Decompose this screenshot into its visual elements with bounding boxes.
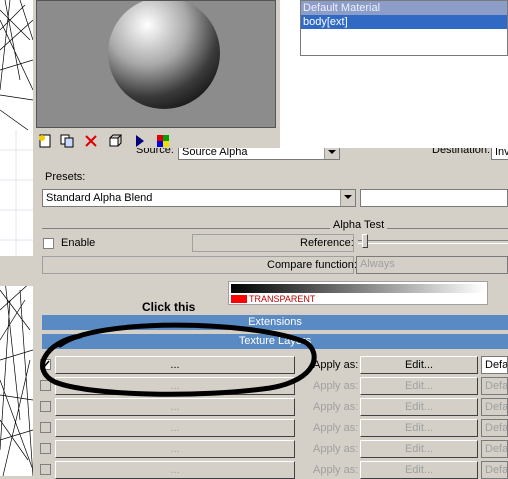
compare-function-select[interactable]: Always	[356, 256, 508, 274]
gradient-bar	[231, 284, 485, 293]
compare-function-label: Compare function:	[267, 259, 357, 271]
annotation-text: Click this	[142, 300, 196, 314]
layer-texture-button[interactable]: ...	[55, 356, 295, 374]
layer-enable-checkbox[interactable]	[40, 401, 51, 412]
layer-mode-select[interactable]: Defa	[481, 419, 508, 437]
layer-texture-button[interactable]: ...	[55, 461, 295, 479]
layer-apply-label: Apply as:	[313, 380, 359, 392]
layer-enable-checkbox[interactable]	[40, 380, 51, 391]
layer-edit-button[interactable]: Edit...	[360, 461, 478, 479]
layer-apply-label: Apply as:	[313, 359, 359, 371]
extensions-header[interactable]: Extensions	[42, 315, 508, 330]
material-item-body[interactable]: body[ext]	[301, 15, 507, 29]
source-label: Source:	[136, 148, 174, 156]
alpha-enable-label: Enable	[61, 237, 96, 249]
preset-name-field[interactable]	[360, 189, 508, 207]
alpha-test-title: Alpha Test	[330, 219, 388, 231]
chevron-down-icon	[340, 190, 355, 206]
texture-layers-header[interactable]: Texture Layers	[42, 334, 508, 349]
checkmark-icon	[41, 360, 50, 369]
presets-select[interactable]: Standard Alpha Blend	[42, 189, 356, 207]
blend-source-row: Source: Source Alpha Destination: Inv	[36, 148, 508, 162]
layer-texture-button[interactable]: ...	[55, 440, 295, 458]
layer-enable-checkbox[interactable]	[40, 464, 51, 475]
layer-apply-label: Apply as:	[313, 422, 359, 434]
presets-value: Standard Alpha Blend	[46, 192, 153, 204]
presets-label: Presets:	[45, 171, 86, 183]
layer-apply-label: Apply as:	[313, 443, 359, 455]
transparent-swatch	[231, 295, 247, 303]
layer-mode-select[interactable]: Defa	[481, 440, 508, 458]
source-select[interactable]: Source Alpha	[178, 148, 340, 160]
transparency-gradient: TRANSPARENT	[228, 281, 488, 305]
layer-enable-checkbox[interactable]	[40, 443, 51, 454]
layer-edit-button[interactable]: Edit...	[360, 398, 478, 416]
layer-texture-button[interactable]: ...	[55, 419, 295, 437]
layer-mode-select[interactable]: Defa	[481, 356, 508, 374]
transparent-label: TRANSPARENT	[249, 294, 316, 304]
destination-label: Destination:	[432, 148, 491, 156]
alpha-enable-checkbox[interactable]	[43, 238, 54, 249]
reference-slider-thumb[interactable]	[362, 234, 368, 248]
material-item-default[interactable]: Default Material	[301, 1, 507, 15]
layer-edit-button[interactable]: Edit...	[360, 356, 478, 374]
reference-label: Reference:	[300, 237, 354, 249]
layer-edit-button[interactable]: Edit...	[360, 377, 478, 395]
extensions-title: Extensions	[248, 316, 302, 328]
chevron-down-icon	[324, 148, 339, 159]
material-preview	[36, 0, 276, 128]
layer-edit-button[interactable]: Edit...	[360, 440, 478, 458]
layer-mode-select[interactable]: Defa	[481, 398, 508, 416]
layer-mode-select[interactable]: Defa	[481, 461, 508, 479]
alpha-test-divider	[42, 228, 508, 229]
texture-layers-title: Texture Layers	[238, 335, 312, 347]
compare-function-value: Always	[360, 258, 395, 270]
layer-edit-button[interactable]: Edit...	[360, 419, 478, 437]
layer-mode-select[interactable]: Defa	[481, 377, 508, 395]
reference-slider[interactable]	[358, 240, 508, 244]
material-list[interactable]: Default Material body[ext]	[300, 0, 508, 56]
layer-texture-button[interactable]: ...	[55, 398, 295, 416]
layer-enable-checkbox[interactable]	[40, 422, 51, 433]
source-value: Source Alpha	[182, 148, 248, 158]
layer-enable-checkbox[interactable]	[40, 359, 51, 370]
layer-apply-label: Apply as:	[313, 401, 359, 413]
destination-value: Inv	[495, 148, 508, 158]
layer-apply-label: Apply as:	[313, 464, 359, 476]
layer-texture-button[interactable]: ...	[55, 377, 295, 395]
viewport-wireframe[interactable]	[0, 0, 33, 476]
destination-select[interactable]: Inv	[491, 148, 508, 160]
